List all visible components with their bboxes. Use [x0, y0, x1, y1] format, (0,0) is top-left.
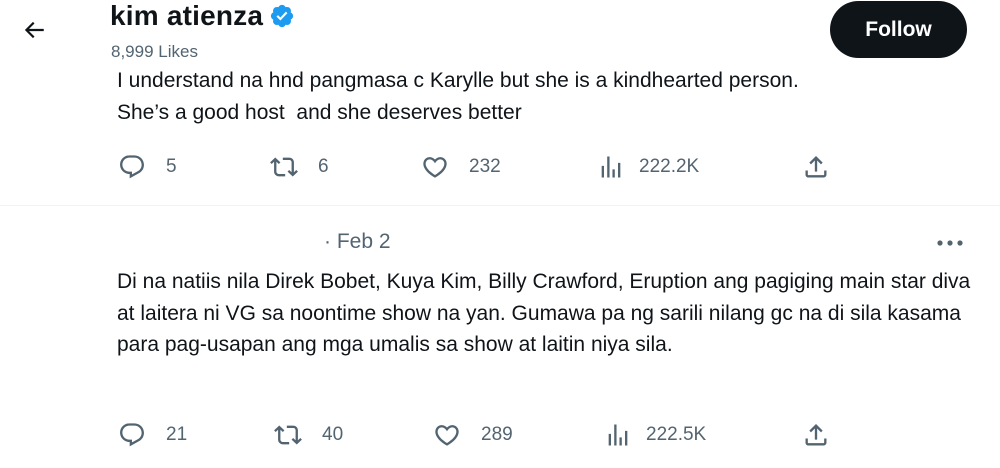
profile-header: kim atienza 8,999 Likes Follow: [0, 0, 1000, 68]
share-icon: [805, 424, 827, 446]
share-icon: [805, 156, 827, 178]
tweet-text: I understand na hnd pangmasa c Karylle b…: [117, 69, 799, 124]
views-count: 222.2K: [639, 156, 700, 177]
reply-count: 5: [166, 156, 177, 177]
reply-count: 21: [166, 424, 188, 445]
like-count: 289: [481, 424, 513, 445]
profile-name-row: kim atienza: [110, 0, 295, 32]
tweet-divider: [0, 205, 1000, 206]
reply-icon: [120, 423, 144, 447]
like-count: 232: [469, 156, 501, 177]
views-icon: [601, 156, 621, 178]
like-icon: [423, 157, 447, 178]
retweet-button[interactable]: 40: [274, 421, 343, 449]
more-options-button[interactable]: [932, 232, 968, 254]
reply-button[interactable]: 21: [118, 421, 187, 449]
share-button[interactable]: [802, 153, 830, 181]
share-button[interactable]: [802, 421, 830, 449]
more-icon: [937, 240, 963, 246]
retweet-icon: [274, 425, 302, 445]
reply-button[interactable]: 5: [118, 153, 177, 181]
reply-icon: [120, 155, 144, 179]
like-button[interactable]: 289: [433, 421, 513, 449]
views-count: 222.5K: [646, 424, 707, 445]
verified-badge-icon: [271, 4, 294, 28]
retweet-icon: [270, 157, 298, 177]
back-arrow-icon: [24, 21, 44, 39]
tweet-date[interactable]: · Feb 2: [324, 230, 391, 254]
profile-name: kim atienza: [110, 0, 264, 31]
views-button[interactable]: 222.5K: [604, 421, 706, 449]
tweet-text: Di na natiis nila Direk Bobet, Kuya Kim,…: [117, 270, 977, 356]
retweet-count: 40: [322, 424, 344, 445]
views-icon: [608, 424, 628, 446]
like-button[interactable]: 232: [421, 153, 501, 181]
follow-button[interactable]: Follow: [830, 1, 967, 58]
retweet-count: 6: [318, 156, 329, 177]
views-button[interactable]: 222.2K: [597, 153, 699, 181]
back-button[interactable]: [14, 10, 54, 50]
like-icon: [435, 425, 459, 446]
profile-likes-count: 8,999 Likes: [111, 42, 198, 61]
retweet-button[interactable]: 6: [270, 153, 329, 181]
